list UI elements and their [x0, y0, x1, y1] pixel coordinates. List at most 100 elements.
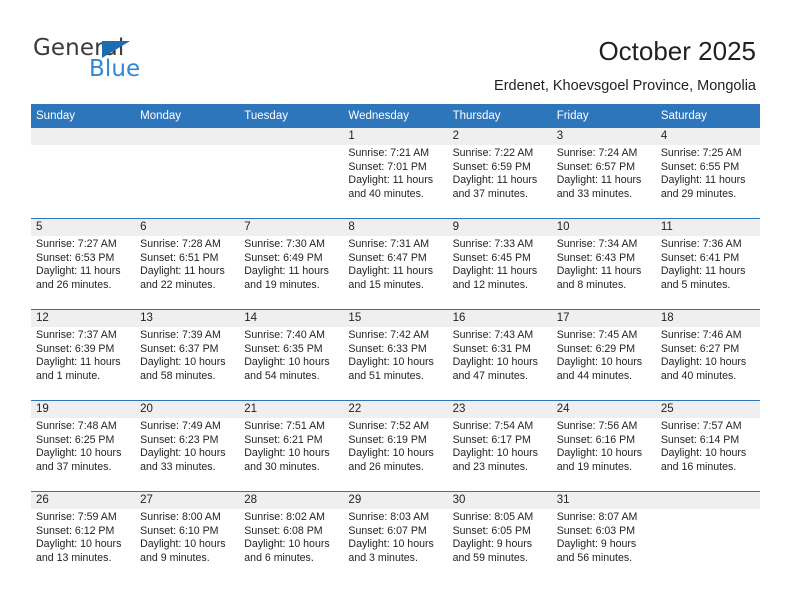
daylight-text: Daylight: 10 hours — [244, 538, 330, 551]
sunrise-text: Sunrise: 8:05 AM — [452, 511, 534, 523]
calendar-day-cell[interactable]: 11 Sunrise: 7:36 AM Sunset: 6:41 PM Dayligh… — [655, 218, 760, 310]
sunset-text: Sunset: 6:49 PM — [244, 251, 323, 264]
calendar-day-cell[interactable]: 19 Sunrise: 7:48 AM Sunset: 6:25 PM Dayligh… — [31, 400, 136, 492]
calendar-page: General Blue October 2025 Erdenet, Khoev… — [0, 0, 792, 612]
day-number: 26 — [31, 492, 136, 509]
sunrise-text: Sunrise: 8:07 AM — [556, 511, 638, 523]
day-number: 17 — [551, 310, 656, 327]
daylight-text-cont: and 16 minutes. — [660, 460, 737, 473]
day-details: Sunrise: 7:45 AM Sunset: 6:29 PM Daylight:… — [552, 327, 656, 383]
calendar-day-cell[interactable]: 20 Sunrise: 7:49 AM Sunset: 6:23 PM Dayligh… — [135, 400, 240, 492]
daylight-text-cont: and 44 minutes. — [556, 369, 633, 382]
calendar-day-cell[interactable]: 13 Sunrise: 7:39 AM Sunset: 6:37 PM Dayligh… — [135, 309, 240, 401]
calendar-day-cell[interactable]: 24 Sunrise: 7:56 AM Sunset: 6:16 PM Dayligh… — [551, 400, 656, 492]
day-details: Sunrise: 7:48 AM Sunset: 6:25 PM Daylight:… — [31, 418, 135, 474]
daylight-text: Daylight: 11 hours — [36, 356, 121, 369]
calendar-day-cell[interactable]: 5 Sunrise: 7:27 AM Sunset: 6:53 PM Daylight… — [31, 218, 136, 310]
calendar-day-cell[interactable]: 21 Sunrise: 7:51 AM Sunset: 6:21 PM Dayligh… — [239, 400, 344, 492]
day-cell-inner: 19 Sunrise: 7:48 AM Sunset: 6:25 PM Dayligh… — [31, 401, 136, 491]
daylight-text: Daylight: 11 hours — [556, 174, 642, 187]
day-cell-inner: 29 Sunrise: 8:03 AM Sunset: 6:07 PM Dayligh… — [343, 492, 448, 582]
sunset-text: Sunset: 6:27 PM — [660, 342, 740, 355]
daylight-text: Daylight: 10 hours — [348, 447, 434, 460]
sunset-text: Sunset: 6:37 PM — [140, 342, 219, 355]
calendar-day-cell[interactable]: 6 Sunrise: 7:28 AM Sunset: 6:51 PM Daylight… — [135, 218, 240, 310]
page-subtitle: Erdenet, Khoevsgoel Province, Mongolia — [494, 78, 756, 94]
sunrise-text: Sunrise: 7:39 AM — [140, 329, 221, 341]
calendar-day-cell[interactable]: 28 Sunrise: 8:02 AM Sunset: 6:08 PM Dayligh… — [239, 491, 344, 582]
day-number: 8 — [343, 219, 448, 236]
daylight-text-cont: and 13 minutes. — [36, 551, 112, 564]
daylight-text-cont: and 6 minutes. — [244, 551, 314, 564]
day-details: Sunrise: 8:00 AM Sunset: 6:10 PM Daylight:… — [135, 509, 239, 565]
daylight-text: Daylight: 10 hours — [140, 447, 226, 460]
day-details: Sunrise: 7:27 AM Sunset: 6:53 PM Daylight:… — [31, 236, 135, 292]
day-details: Sunrise: 8:07 AM Sunset: 6:03 PM Daylight:… — [552, 509, 656, 565]
calendar-day-cell[interactable]: 2 Sunrise: 7:22 AM Sunset: 6:59 PM Daylight… — [447, 128, 552, 219]
calendar-day-cell[interactable]: 25 Sunrise: 7:57 AM Sunset: 6:14 PM Dayligh… — [655, 400, 760, 492]
daylight-text-cont: and 9 minutes. — [140, 551, 210, 564]
day-details: Sunrise: 7:22 AM Sunset: 6:59 PM Daylight:… — [448, 145, 552, 201]
calendar-day-cell[interactable]: 4 Sunrise: 7:25 AM Sunset: 6:55 PM Daylight… — [655, 128, 760, 219]
day-cell-inner: 24 Sunrise: 7:56 AM Sunset: 6:16 PM Dayligh… — [551, 401, 656, 491]
day-cell-inner: 31 Sunrise: 8:07 AM Sunset: 6:03 PM Dayligh… — [551, 492, 656, 582]
day-number: 19 — [31, 401, 136, 418]
calendar-day-cell[interactable]: 26 Sunrise: 7:59 AM Sunset: 6:12 PM Dayligh… — [31, 491, 136, 582]
calendar-day-cell[interactable]: 27 Sunrise: 8:00 AM Sunset: 6:10 PM Dayligh… — [135, 491, 240, 582]
calendar-day-cell[interactable]: 9 Sunrise: 7:33 AM Sunset: 6:45 PM Daylight… — [447, 218, 552, 310]
sunrise-text: Sunrise: 7:33 AM — [452, 238, 534, 250]
sunrise-text: Sunrise: 7:21 AM — [348, 147, 430, 159]
daylight-text: Daylight: 10 hours — [660, 356, 747, 369]
day-cell-inner: 15 Sunrise: 7:42 AM Sunset: 6:33 PM Dayligh… — [343, 310, 448, 400]
sunset-text: Sunset: 6:03 PM — [556, 524, 636, 537]
sunrise-text: Sunrise: 7:56 AM — [556, 420, 638, 432]
day-cell-inner: 3 Sunrise: 7:24 AM Sunset: 6:57 PM Daylight… — [551, 128, 656, 218]
calendar-day-cell[interactable]: 23 Sunrise: 7:54 AM Sunset: 6:17 PM Dayligh… — [447, 400, 552, 492]
day-cell-inner: 21 Sunrise: 7:51 AM Sunset: 6:21 PM Dayligh… — [239, 401, 344, 491]
day-number: 15 — [343, 310, 448, 327]
daylight-text: Daylight: 11 hours — [452, 265, 538, 278]
daylight-text-cont: and 22 minutes. — [140, 278, 216, 291]
calendar-day-cell[interactable]: 8 Sunrise: 7:31 AM Sunset: 6:47 PM Daylight… — [343, 218, 448, 310]
day-details: Sunrise: 7:52 AM Sunset: 6:19 PM Daylight:… — [343, 418, 447, 474]
calendar-week-row: 1 Sunrise: 7:21 AM Sunset: 7:01 PM Daylight… — [31, 128, 760, 219]
sunset-text: Sunset: 6:29 PM — [556, 342, 636, 355]
calendar-day-cell[interactable]: 17 Sunrise: 7:45 AM Sunset: 6:29 PM Dayligh… — [551, 309, 656, 401]
sunset-text: Sunset: 6:17 PM — [452, 433, 531, 446]
day-details: Sunrise: 7:37 AM Sunset: 6:39 PM Daylight:… — [31, 327, 135, 383]
daylight-text: Daylight: 10 hours — [556, 447, 643, 460]
calendar-day-cell[interactable]: 15 Sunrise: 7:42 AM Sunset: 6:33 PM Dayligh… — [343, 309, 448, 401]
day-cell-inner: 18 Sunrise: 7:46 AM Sunset: 6:27 PM Dayligh… — [655, 310, 760, 400]
sunset-text: Sunset: 6:14 PM — [660, 433, 740, 446]
day-details — [656, 509, 760, 511]
sunset-text: Sunset: 6:07 PM — [348, 524, 427, 537]
day-cell-inner — [655, 492, 760, 582]
day-details: Sunrise: 7:25 AM Sunset: 6:55 PM Daylight:… — [656, 145, 760, 201]
calendar-day-cell[interactable]: 30 Sunrise: 8:05 AM Sunset: 6:05 PM Dayligh… — [447, 491, 552, 582]
sunset-text: Sunset: 6:19 PM — [348, 433, 427, 446]
day-number: 12 — [31, 310, 136, 327]
general-blue-logo[interactable]: General Blue — [33, 35, 273, 87]
calendar-day-cell[interactable]: 14 Sunrise: 7:40 AM Sunset: 6:35 PM Dayligh… — [239, 309, 344, 401]
day-cell-inner: 6 Sunrise: 7:28 AM Sunset: 6:51 PM Daylight… — [135, 219, 240, 309]
sunset-text: Sunset: 6:45 PM — [452, 251, 531, 264]
calendar-day-cell[interactable]: 1 Sunrise: 7:21 AM Sunset: 7:01 PM Daylight… — [343, 128, 448, 219]
calendar-day-cell[interactable]: 31 Sunrise: 8:07 AM Sunset: 6:03 PM Dayligh… — [551, 491, 656, 582]
calendar-day-cell-empty — [135, 128, 240, 219]
day-number: 23 — [447, 401, 552, 418]
calendar-day-cell[interactable]: 16 Sunrise: 7:43 AM Sunset: 6:31 PM Dayligh… — [447, 309, 552, 401]
calendar-day-cell[interactable]: 22 Sunrise: 7:52 AM Sunset: 6:19 PM Dayligh… — [343, 400, 448, 492]
calendar-day-cell[interactable]: 18 Sunrise: 7:46 AM Sunset: 6:27 PM Dayligh… — [655, 309, 760, 401]
day-cell-inner — [31, 128, 136, 218]
sunset-text: Sunset: 6:41 PM — [660, 251, 740, 264]
calendar-day-cell[interactable]: 10 Sunrise: 7:34 AM Sunset: 6:43 PM Dayligh… — [551, 218, 656, 310]
day-cell-inner: 28 Sunrise: 8:02 AM Sunset: 6:08 PM Dayligh… — [239, 492, 344, 582]
sunrise-text: Sunrise: 7:57 AM — [660, 420, 742, 432]
calendar-day-cell[interactable]: 29 Sunrise: 8:03 AM Sunset: 6:07 PM Dayligh… — [343, 491, 448, 582]
calendar-day-cell[interactable]: 12 Sunrise: 7:37 AM Sunset: 6:39 PM Dayligh… — [31, 309, 136, 401]
calendar-day-cell[interactable]: 7 Sunrise: 7:30 AM Sunset: 6:49 PM Daylight… — [239, 218, 344, 310]
day-cell-inner: 2 Sunrise: 7:22 AM Sunset: 6:59 PM Daylight… — [447, 128, 552, 218]
daylight-text-cont: and 5 minutes. — [660, 278, 731, 291]
day-number — [655, 492, 760, 509]
calendar-day-cell[interactable]: 3 Sunrise: 7:24 AM Sunset: 6:57 PM Daylight… — [551, 128, 656, 219]
